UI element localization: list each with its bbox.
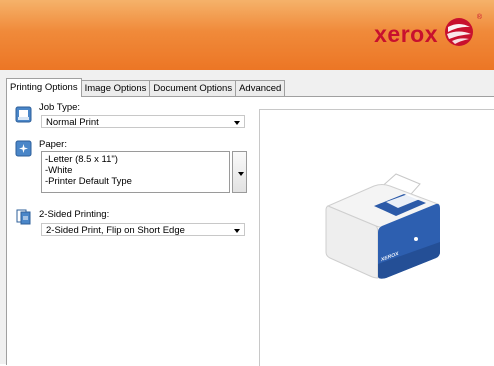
job-type-select[interactable]: Normal Print xyxy=(41,115,245,128)
paper-type-line: -Printer Default Type xyxy=(45,176,132,187)
two-sided-value: 2-Sided Print, Flip on Short Edge xyxy=(46,225,185,236)
xerox-ball-icon xyxy=(445,18,473,46)
two-sided-icon xyxy=(16,209,31,225)
printer-preview: XEROX xyxy=(259,109,494,366)
paper-dropdown-button[interactable] xyxy=(232,151,247,193)
chevron-down-icon xyxy=(238,172,244,176)
chevron-down-icon xyxy=(234,229,240,233)
tab-printing-options[interactable]: Printing Options xyxy=(6,78,82,97)
registered-mark: ® xyxy=(476,14,482,21)
tab-image-options[interactable]: Image Options xyxy=(80,80,151,97)
tab-document-options[interactable]: Document Options xyxy=(149,80,237,97)
two-sided-label: 2-Sided Printing: xyxy=(39,209,110,220)
brand-logo-text: xerox xyxy=(374,21,438,47)
tab-page-printing-options: Job Type: Normal Print Paper: -Letter (8… xyxy=(6,96,494,366)
job-type-icon xyxy=(15,106,32,123)
paper-summary-list[interactable]: -Letter (8.5 x 11") -White -Printer Defa… xyxy=(41,151,230,193)
paper-icon xyxy=(15,140,32,157)
tab-advanced[interactable]: Advanced xyxy=(235,80,286,97)
chevron-down-icon xyxy=(234,121,240,125)
paper-color-line: -White xyxy=(45,165,73,176)
paper-label: Paper: xyxy=(39,139,67,150)
tab-strip: Printing Options Image Options Document … xyxy=(6,78,286,97)
paper-size-line: -Letter (8.5 x 11") xyxy=(45,154,118,165)
header-banner: xerox ® xyxy=(0,0,494,70)
printer-image xyxy=(325,173,440,279)
job-type-value: Normal Print xyxy=(46,117,99,128)
two-sided-select[interactable]: 2-Sided Print, Flip on Short Edge xyxy=(41,223,245,236)
job-type-label: Job Type: xyxy=(39,102,81,113)
options-panel: Printing Options Image Options Document … xyxy=(0,70,494,366)
